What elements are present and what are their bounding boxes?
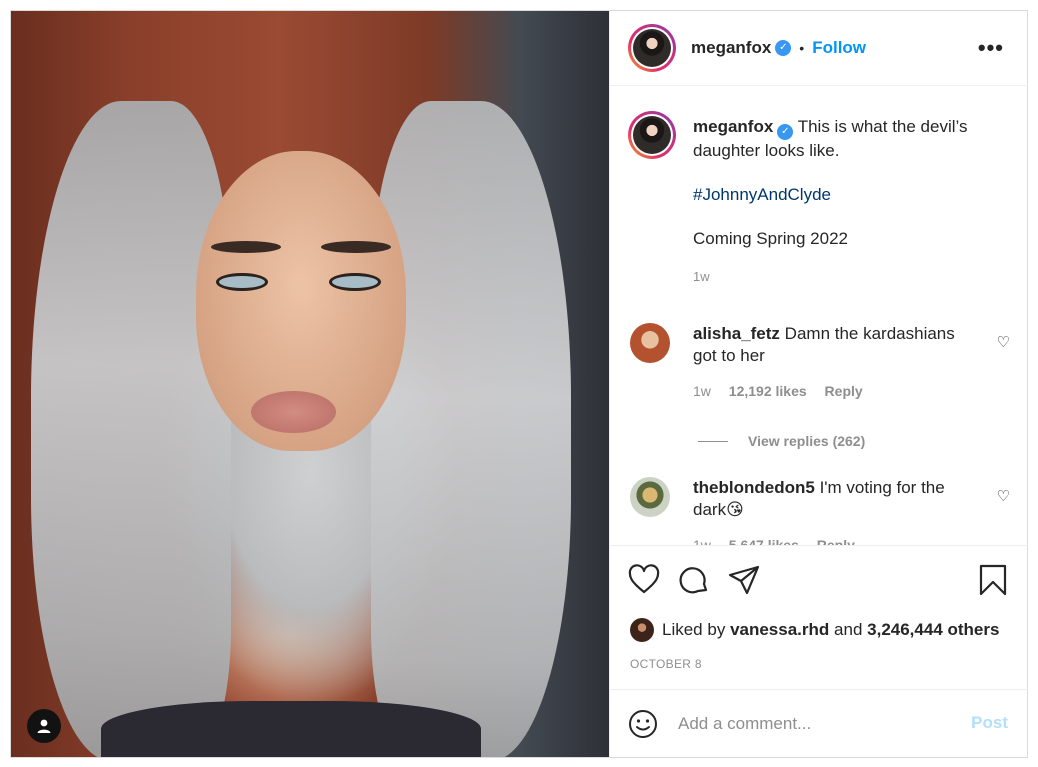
comment-likes[interactable]: 12,192 likes <box>729 383 807 399</box>
post-header: meganfox ✓ • Follow ••• <box>610 11 1028 86</box>
commenter-username[interactable]: theblondedon5 <box>693 478 815 497</box>
kiss-emoji: 😘 <box>726 500 744 519</box>
likes-summary: Liked by vanessa.rhd and 3,246,444 other… <box>630 618 999 642</box>
photo-brow-right <box>321 241 391 253</box>
post-window: meganfox ✓ • Follow ••• meganfox ✓ This i… <box>10 10 1028 758</box>
post-button[interactable]: Post <box>971 713 1008 733</box>
commenter-avatar[interactable] <box>630 477 670 517</box>
likes-others[interactable]: 3,246,444 others <box>867 620 999 640</box>
user-icon <box>37 719 51 733</box>
comment-likes[interactable]: 5,647 likes <box>729 537 799 545</box>
comment-like-heart-icon[interactable]: ♡ <box>997 487 1010 505</box>
view-replies-button[interactable]: View replies (262) <box>698 433 865 449</box>
photo-eye-left <box>216 273 268 291</box>
view-replies-label: View replies (262) <box>748 433 866 449</box>
share-icon[interactable] <box>728 564 760 596</box>
verified-icon: ✓ <box>775 40 792 56</box>
action-icons <box>628 564 1013 598</box>
comment-age: 1w <box>693 383 711 399</box>
photo-hair-left <box>31 101 231 757</box>
comment-footer: 1w 5,647 likes Reply <box>693 537 869 545</box>
comment-input[interactable] <box>678 713 948 734</box>
comment-age: 1w <box>693 537 711 545</box>
comments-section[interactable]: meganfox ✓ This is what the devil’s daugh… <box>610 87 1028 545</box>
more-options-icon[interactable]: ••• <box>978 35 1004 61</box>
comment-body: alisha_fetz Damn the kardashians got to … <box>693 323 963 367</box>
photo-lips <box>251 391 336 433</box>
heart-icon[interactable] <box>628 564 660 596</box>
photo-brow-left <box>211 241 281 253</box>
post-actions: Liked by vanessa.rhd and 3,246,444 other… <box>610 545 1028 689</box>
verified-icon: ✓ <box>777 124 794 140</box>
commenter-avatar[interactable] <box>630 323 670 363</box>
comment-footer: 1w 12,192 likes Reply <box>693 383 877 399</box>
comment-body: theblondedon5 I'm voting for the dark😘 <box>693 477 963 521</box>
caption-age: 1w <box>693 269 710 284</box>
reply-button[interactable]: Reply <box>825 383 863 399</box>
separator-dot: • <box>799 40 805 56</box>
bookmark-icon[interactable] <box>978 564 1008 596</box>
comment-like-heart-icon[interactable]: ♡ <box>997 333 1010 351</box>
tagged-user-button[interactable] <box>27 709 61 743</box>
author-avatar[interactable] <box>628 24 676 72</box>
caption-username[interactable]: meganfox <box>693 117 773 136</box>
caption-line: Coming Spring 2022 <box>693 229 848 248</box>
caption-text-block: meganfox ✓ This is what the devil’s daugh… <box>693 116 993 288</box>
post-sidebar: meganfox ✓ • Follow ••• meganfox ✓ This i… <box>609 11 1028 757</box>
photo-eye-right <box>329 273 381 291</box>
post-photo[interactable] <box>11 11 609 757</box>
liked-by-prefix: Liked by <box>662 620 726 639</box>
post-date[interactable]: OCTOBER 8 <box>630 657 702 671</box>
caption: meganfox ✓ This is what the devil’s daugh… <box>628 111 1008 284</box>
comment-icon[interactable] <box>678 564 710 596</box>
emoji-icon[interactable] <box>628 709 658 739</box>
reply-button[interactable]: Reply <box>817 537 855 545</box>
add-comment-bar: Post <box>610 689 1028 757</box>
author-username[interactable]: meganfox <box>691 38 771 58</box>
liker-username[interactable]: vanessa.rhd <box>730 620 829 640</box>
photo-clothing <box>101 701 481 757</box>
commenter-username[interactable]: alisha_fetz <box>693 324 780 343</box>
replies-divider <box>698 440 728 442</box>
photo-hair-right <box>371 101 571 757</box>
caption-avatar[interactable] <box>628 111 676 159</box>
liker-avatar[interactable] <box>630 618 654 642</box>
liked-by-middle: and <box>834 620 863 639</box>
follow-button[interactable]: Follow <box>812 38 866 58</box>
hashtag-link[interactable]: #JohnnyAndClyde <box>693 184 993 206</box>
